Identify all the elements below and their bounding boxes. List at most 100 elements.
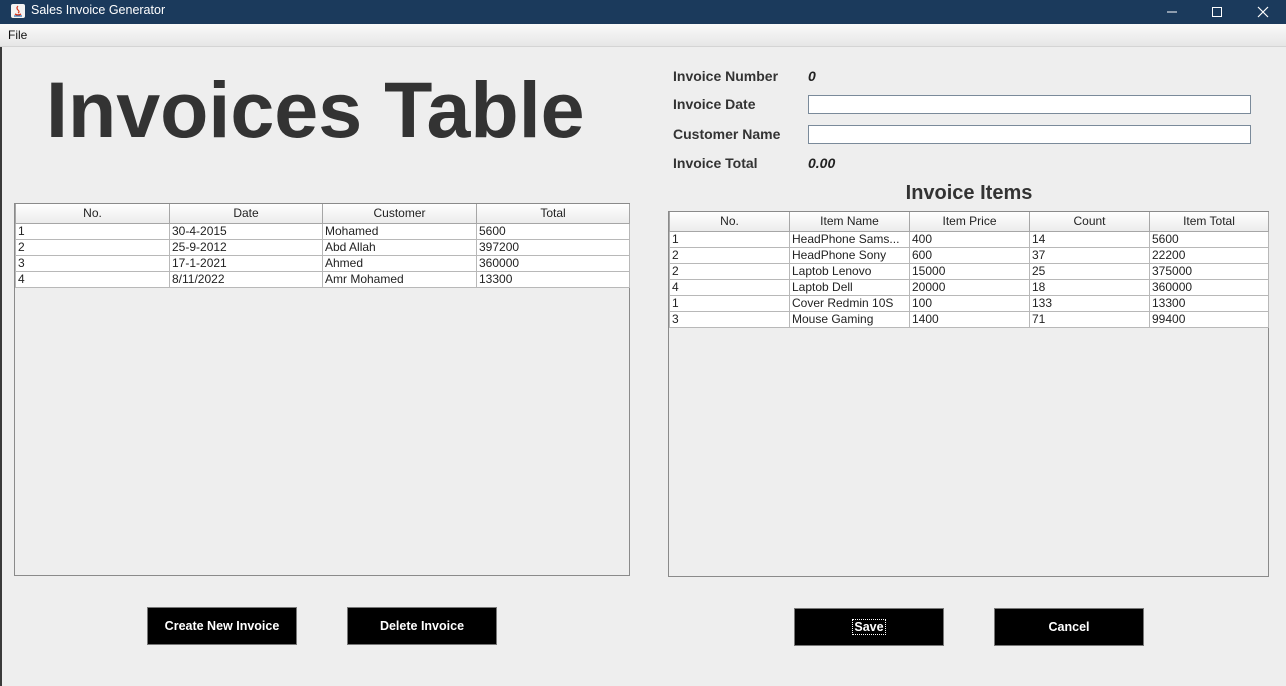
- create-new-invoice-button[interactable]: Create New Invoice: [147, 607, 297, 645]
- column-header-item-price[interactable]: Item Price: [909, 212, 1030, 232]
- cell-item-name[interactable]: Laptob Dell: [789, 278, 910, 296]
- invoice-number-label: Invoice Number: [673, 68, 779, 84]
- cell-no[interactable]: 3: [669, 310, 790, 328]
- cell-no[interactable]: 3: [15, 254, 170, 272]
- cell-item-price[interactable]: 100: [909, 294, 1030, 312]
- table-row[interactable]: 2 25-9-2012 Abd Allah 397200: [15, 238, 630, 256]
- column-header-total[interactable]: Total: [476, 204, 630, 224]
- cell-item-price[interactable]: 15000: [909, 262, 1030, 280]
- cell-item-total[interactable]: 375000: [1149, 262, 1269, 280]
- table-header-row: No. Date Customer Total: [15, 204, 630, 224]
- cell-item-price[interactable]: 20000: [909, 278, 1030, 296]
- cell-item-total[interactable]: 13300: [1149, 294, 1269, 312]
- column-header-no[interactable]: No.: [669, 212, 790, 232]
- cell-count[interactable]: 18: [1029, 278, 1150, 296]
- column-header-date[interactable]: Date: [169, 204, 323, 224]
- cell-customer[interactable]: Mohamed: [322, 222, 477, 240]
- cell-item-price[interactable]: 1400: [909, 310, 1030, 328]
- table-row[interactable]: 3 17-1-2021 Ahmed 360000: [15, 254, 630, 272]
- cell-item-total[interactable]: 22200: [1149, 246, 1269, 264]
- cell-item-name[interactable]: HeadPhone Sams...: [789, 230, 910, 248]
- table-row[interactable]: 1 Cover Redmin 10S 100 133 13300: [669, 294, 1269, 312]
- cell-count[interactable]: 14: [1029, 230, 1150, 248]
- cell-item-name[interactable]: Laptob Lenovo: [789, 262, 910, 280]
- cell-customer[interactable]: Abd Allah: [322, 238, 477, 256]
- invoices-table-container[interactable]: No. Date Customer Total 1 30-4-2015 Moha…: [14, 203, 630, 576]
- menu-file[interactable]: File: [8, 28, 27, 42]
- cell-count[interactable]: 133: [1029, 294, 1150, 312]
- cell-item-price[interactable]: 400: [909, 230, 1030, 248]
- invoice-items-table[interactable]: No. Item Name Item Price Count Item Tota…: [669, 212, 1269, 328]
- cell-customer[interactable]: Amr Mohamed: [322, 270, 477, 288]
- cell-no[interactable]: 1: [15, 222, 170, 240]
- cell-item-total[interactable]: 360000: [1149, 278, 1269, 296]
- minimize-icon: [1167, 11, 1177, 13]
- cell-no[interactable]: 2: [15, 238, 170, 256]
- invoice-number-value: 0: [808, 68, 816, 84]
- table-row[interactable]: 1 30-4-2015 Mohamed 5600: [15, 222, 630, 240]
- column-header-item-total[interactable]: Item Total: [1149, 212, 1269, 232]
- cell-no[interactable]: 1: [669, 294, 790, 312]
- invoice-date-field[interactable]: [808, 95, 1251, 114]
- cell-date[interactable]: 8/11/2022: [169, 270, 323, 288]
- maximize-icon: [1212, 7, 1222, 17]
- cell-date[interactable]: 25-9-2012: [169, 238, 323, 256]
- invoice-total-label: Invoice Total: [673, 155, 758, 171]
- cell-total[interactable]: 360000: [476, 254, 630, 272]
- window-titlebar[interactable]: Sales Invoice Generator: [0, 0, 1286, 24]
- cell-item-price[interactable]: 600: [909, 246, 1030, 264]
- delete-invoice-label: Delete Invoice: [379, 619, 465, 633]
- cell-no[interactable]: 1: [669, 230, 790, 248]
- delete-invoice-button[interactable]: Delete Invoice: [347, 607, 497, 645]
- invoice-items-table-container[interactable]: No. Item Name Item Price Count Item Tota…: [668, 211, 1269, 577]
- cell-item-name[interactable]: Mouse Gaming: [789, 310, 910, 328]
- column-header-count[interactable]: Count: [1029, 212, 1150, 232]
- table-row[interactable]: 3 Mouse Gaming 1400 71 99400: [669, 310, 1269, 328]
- table-row[interactable]: 1 HeadPhone Sams... 400 14 5600: [669, 230, 1269, 248]
- cell-count[interactable]: 37: [1029, 246, 1150, 264]
- cell-item-name[interactable]: HeadPhone Sony: [789, 246, 910, 264]
- cell-count[interactable]: 25: [1029, 262, 1150, 280]
- cell-date[interactable]: 30-4-2015: [169, 222, 323, 240]
- table-row[interactable]: 2 HeadPhone Sony 600 37 22200: [669, 246, 1269, 264]
- cell-count[interactable]: 71: [1029, 310, 1150, 328]
- table-row[interactable]: 2 Laptob Lenovo 15000 25 375000: [669, 262, 1269, 280]
- cancel-button[interactable]: Cancel: [994, 608, 1144, 646]
- column-header-item-name[interactable]: Item Name: [789, 212, 910, 232]
- cancel-label: Cancel: [1048, 620, 1090, 634]
- cell-total[interactable]: 397200: [476, 238, 630, 256]
- cell-no[interactable]: 2: [669, 262, 790, 280]
- maximize-button[interactable]: [1194, 0, 1240, 24]
- invoice-items-heading: Invoice Items: [905, 182, 1033, 204]
- cell-no[interactable]: 4: [669, 278, 790, 296]
- table-header-row: No. Item Name Item Price Count Item Tota…: [669, 212, 1269, 232]
- close-icon: [1257, 6, 1269, 18]
- cell-date[interactable]: 17-1-2021: [169, 254, 323, 272]
- cell-total[interactable]: 13300: [476, 270, 630, 288]
- menu-bar: File: [0, 24, 1286, 47]
- customer-name-label: Customer Name: [673, 126, 781, 142]
- customer-name-field[interactable]: [808, 125, 1251, 144]
- cell-no[interactable]: 4: [15, 270, 170, 288]
- invoices-table[interactable]: No. Date Customer Total 1 30-4-2015 Moha…: [15, 204, 630, 288]
- cell-total[interactable]: 5600: [476, 222, 630, 240]
- column-header-customer[interactable]: Customer: [322, 204, 477, 224]
- create-new-invoice-label: Create New Invoice: [164, 619, 280, 633]
- cell-item-name[interactable]: Cover Redmin 10S: [789, 294, 910, 312]
- table-row[interactable]: 4 Laptob Dell 20000 18 360000: [669, 278, 1269, 296]
- close-button[interactable]: [1240, 0, 1286, 24]
- cell-item-total[interactable]: 5600: [1149, 230, 1269, 248]
- window-left-edge: [0, 47, 2, 686]
- column-header-no[interactable]: No.: [15, 204, 170, 224]
- invoice-date-label: Invoice Date: [673, 96, 756, 112]
- save-button[interactable]: Save: [794, 608, 944, 646]
- cell-item-total[interactable]: 99400: [1149, 310, 1269, 328]
- invoice-total-value: 0.00: [808, 155, 836, 171]
- cell-no[interactable]: 2: [669, 246, 790, 264]
- cell-customer[interactable]: Ahmed: [322, 254, 477, 272]
- table-row[interactable]: 4 8/11/2022 Amr Mohamed 13300: [15, 270, 630, 288]
- minimize-button[interactable]: [1149, 0, 1195, 24]
- invoices-table-heading: Invoices Table: [46, 65, 585, 154]
- window-title: Sales Invoice Generator: [31, 3, 166, 17]
- java-icon: [11, 4, 25, 18]
